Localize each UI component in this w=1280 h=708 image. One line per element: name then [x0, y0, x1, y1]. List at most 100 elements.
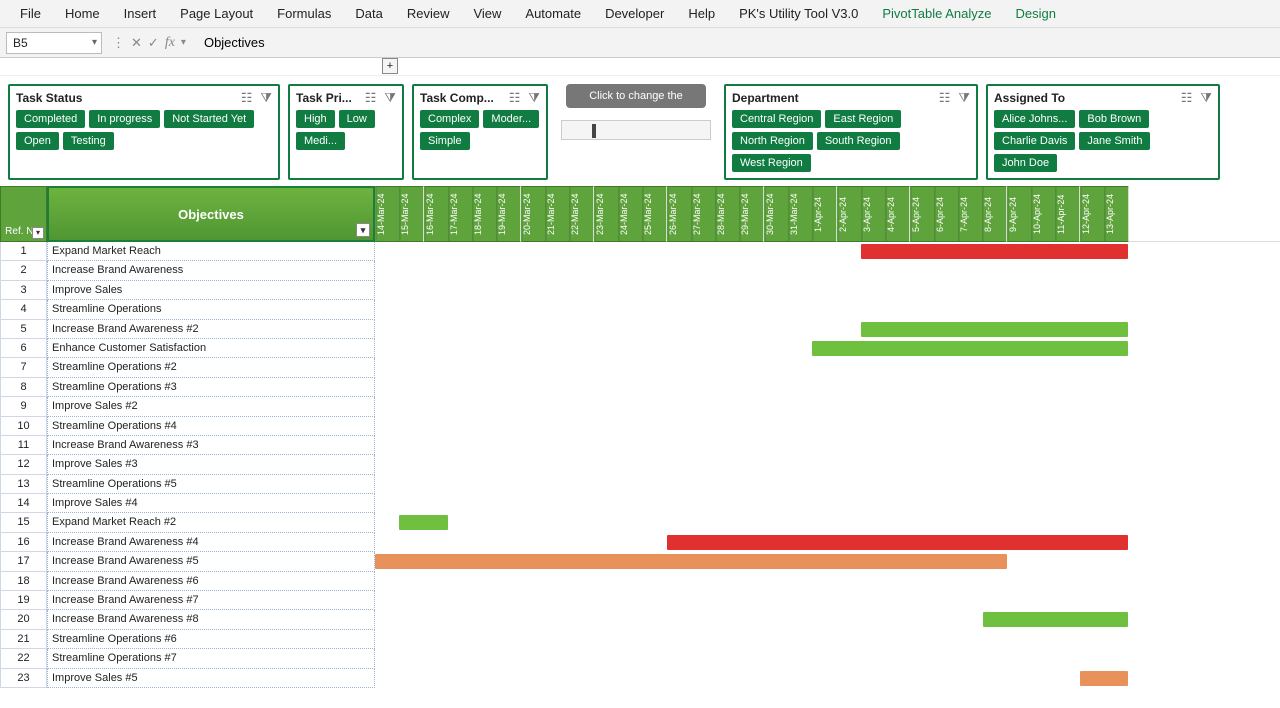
multiselect-icon[interactable]: ☷: [509, 90, 521, 106]
gantt-bar[interactable]: [983, 612, 1129, 627]
date-header[interactable]: 21-Mar-24: [545, 186, 569, 242]
date-header[interactable]: 8-Apr-24: [982, 186, 1006, 242]
date-header[interactable]: 30-Mar-24: [764, 186, 788, 242]
slicer-item[interactable]: Simple: [420, 132, 470, 150]
date-header[interactable]: 14-Mar-24: [375, 186, 399, 242]
date-header[interactable]: 13-Apr-24: [1104, 186, 1128, 242]
filter-dropdown-icon[interactable]: ▾: [356, 223, 370, 237]
ref-cell[interactable]: 12: [0, 455, 47, 474]
multiselect-icon[interactable]: ☷: [365, 90, 377, 106]
ribbon-tab[interactable]: Help: [676, 1, 727, 26]
ref-cell[interactable]: 1: [0, 242, 47, 261]
gantt-bar[interactable]: [812, 341, 1128, 356]
date-header[interactable]: 2-Apr-24: [837, 186, 861, 242]
date-header[interactable]: 27-Mar-24: [691, 186, 715, 242]
clear-filter-icon[interactable]: ⧩: [528, 90, 540, 106]
slicer-item[interactable]: Central Region: [732, 110, 821, 128]
date-header[interactable]: 16-Mar-24: [424, 186, 448, 242]
name-box[interactable]: B5 ▾: [6, 32, 102, 54]
ref-cell[interactable]: 8: [0, 378, 47, 397]
date-header[interactable]: 28-Mar-24: [715, 186, 739, 242]
date-header[interactable]: 4-Apr-24: [885, 186, 909, 242]
slicer-item[interactable]: In progress: [89, 110, 160, 128]
clear-filter-icon[interactable]: ⧩: [958, 90, 970, 106]
slicer-item[interactable]: Not Started Yet: [164, 110, 254, 128]
ref-cell[interactable]: 9: [0, 397, 47, 416]
objective-cell[interactable]: Improve Sales: [47, 281, 375, 300]
date-header[interactable]: 19-Mar-24: [496, 186, 520, 242]
slicer-item[interactable]: Completed: [16, 110, 85, 128]
gantt-bar[interactable]: [861, 244, 1128, 259]
ref-cell[interactable]: 3: [0, 281, 47, 300]
slicer-item[interactable]: East Region: [825, 110, 901, 128]
ref-cell[interactable]: 18: [0, 572, 47, 591]
date-header[interactable]: 26-Mar-24: [667, 186, 691, 242]
slicer-item[interactable]: Jane Smith: [1079, 132, 1150, 150]
ref-header[interactable]: Ref. No. ▾: [0, 186, 47, 242]
objective-cell[interactable]: Increase Brand Awareness #7: [47, 591, 375, 610]
ribbon-tab[interactable]: Formulas: [265, 1, 343, 26]
ref-cell[interactable]: 10: [0, 417, 47, 436]
objective-cell[interactable]: Streamline Operations #4: [47, 417, 375, 436]
date-header[interactable]: 18-Mar-24: [472, 186, 496, 242]
ribbon-tab[interactable]: Automate: [513, 1, 593, 26]
ref-cell[interactable]: 21: [0, 630, 47, 649]
date-header[interactable]: 15-Mar-24: [399, 186, 423, 242]
ribbon-tab[interactable]: PK's Utility Tool V3.0: [727, 1, 870, 26]
multiselect-icon[interactable]: ☷: [939, 90, 951, 106]
date-header[interactable]: 3-Apr-24: [861, 186, 885, 242]
objective-cell[interactable]: Enhance Customer Satisfaction: [47, 339, 375, 358]
date-header[interactable]: 23-Mar-24: [594, 186, 618, 242]
ref-cell[interactable]: 14: [0, 494, 47, 513]
date-header[interactable]: 25-Mar-24: [642, 186, 666, 242]
objective-cell[interactable]: Improve Sales #2: [47, 397, 375, 416]
ribbon-tab[interactable]: Insert: [112, 1, 169, 26]
ref-cell[interactable]: 7: [0, 358, 47, 377]
objective-cell[interactable]: Improve Sales #5: [47, 669, 375, 688]
multiselect-icon[interactable]: ☷: [241, 90, 253, 106]
confirm-icon[interactable]: ✓: [148, 35, 159, 51]
formula-input[interactable]: [196, 32, 1274, 54]
objective-cell[interactable]: Increase Brand Awareness #4: [47, 533, 375, 552]
slicer-item[interactable]: John Doe: [994, 154, 1057, 172]
date-header[interactable]: 17-Mar-24: [448, 186, 472, 242]
ref-cell[interactable]: 6: [0, 339, 47, 358]
multiselect-icon[interactable]: ☷: [1181, 90, 1193, 106]
filter-dropdown-icon[interactable]: ▾: [32, 227, 44, 239]
objective-cell[interactable]: Increase Brand Awareness #8: [47, 610, 375, 629]
slicer-item[interactable]: Low: [339, 110, 375, 128]
dots-icon[interactable]: ⋮: [112, 35, 125, 51]
chevron-down-icon[interactable]: ▾: [181, 37, 186, 48]
ref-cell[interactable]: 20: [0, 610, 47, 629]
ref-cell[interactable]: 5: [0, 320, 47, 339]
ribbon-tab[interactable]: PivotTable Analyze: [870, 1, 1003, 26]
gantt-bar[interactable]: [667, 535, 1129, 550]
objective-cell[interactable]: Streamline Operations #2: [47, 358, 375, 377]
date-header[interactable]: 29-Mar-24: [739, 186, 763, 242]
date-header[interactable]: 11-Apr-24: [1055, 186, 1079, 242]
date-header[interactable]: 24-Mar-24: [618, 186, 642, 242]
date-header[interactable]: 10-Apr-24: [1031, 186, 1055, 242]
objective-cell[interactable]: Expand Market Reach: [47, 242, 375, 261]
date-header[interactable]: 31-Mar-24: [788, 186, 812, 242]
slicer-item[interactable]: West Region: [732, 154, 811, 172]
slicer-item[interactable]: Medi...: [296, 132, 345, 150]
ribbon-tab[interactable]: Data: [343, 1, 394, 26]
date-header[interactable]: 5-Apr-24: [910, 186, 934, 242]
objective-cell[interactable]: Streamline Operations #5: [47, 475, 375, 494]
date-header[interactable]: 6-Apr-24: [934, 186, 958, 242]
objective-cell[interactable]: Streamline Operations #7: [47, 649, 375, 668]
slicer-item[interactable]: Bob Brown: [1079, 110, 1149, 128]
gantt-bar[interactable]: [375, 554, 1007, 569]
ribbon-tab[interactable]: Review: [395, 1, 462, 26]
date-header[interactable]: 20-Mar-24: [521, 186, 545, 242]
date-header[interactable]: 9-Apr-24: [1007, 186, 1031, 242]
gantt-bar[interactable]: [1080, 671, 1129, 686]
ref-cell[interactable]: 23: [0, 669, 47, 688]
objective-cell[interactable]: Increase Brand Awareness #3: [47, 436, 375, 455]
objectives-header[interactable]: Objectives ▾: [47, 186, 375, 242]
ribbon-tab[interactable]: Page Layout: [168, 1, 265, 26]
date-header[interactable]: 1-Apr-24: [812, 186, 836, 242]
ref-cell[interactable]: 17: [0, 552, 47, 571]
date-header[interactable]: 22-Mar-24: [569, 186, 593, 242]
